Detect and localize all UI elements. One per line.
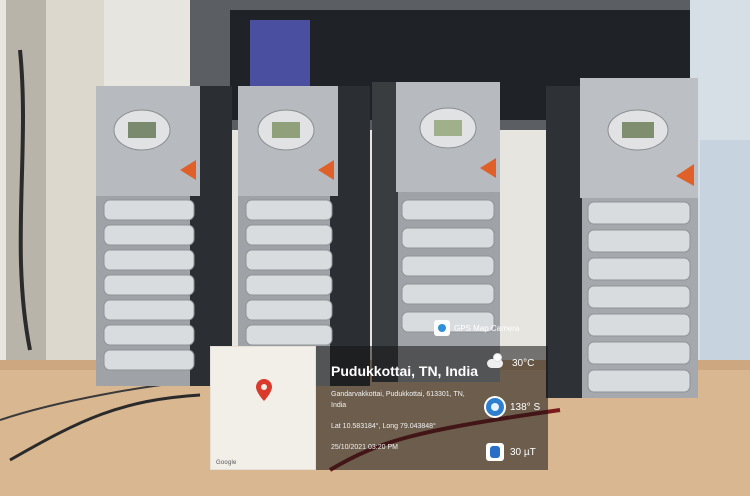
wind-readout: 138° S (486, 398, 540, 416)
temperature-readout: 30°C (486, 353, 534, 373)
capture-datetime: 25/10/2021 03:20 PM (331, 444, 398, 451)
magnetic-value: 30 µT (510, 446, 536, 458)
weather-cloud-icon (486, 353, 506, 373)
location-address: Gandarvakkottai, Pudukkottai, 613301, TN… (331, 391, 465, 409)
temperature-value: 30°C (512, 357, 535, 369)
map-attribution: Google (216, 460, 237, 466)
location-coordinates: Lat 10.583184°, Long 79.043848° (331, 423, 436, 430)
map-thumbnail[interactable]: Google (210, 346, 316, 470)
app-label: GPS Map Camera (434, 318, 519, 338)
app-name: GPS Map Camera (454, 323, 520, 333)
magnetic-readout: 30 µT (486, 443, 536, 461)
magnet-icon (486, 443, 504, 461)
location-city: Pudukkottai, TN, India (331, 363, 479, 379)
camera-icon (434, 320, 450, 336)
location-pin-icon (256, 379, 272, 401)
wind-value: 138° S (510, 401, 541, 413)
compass-icon (486, 398, 504, 416)
